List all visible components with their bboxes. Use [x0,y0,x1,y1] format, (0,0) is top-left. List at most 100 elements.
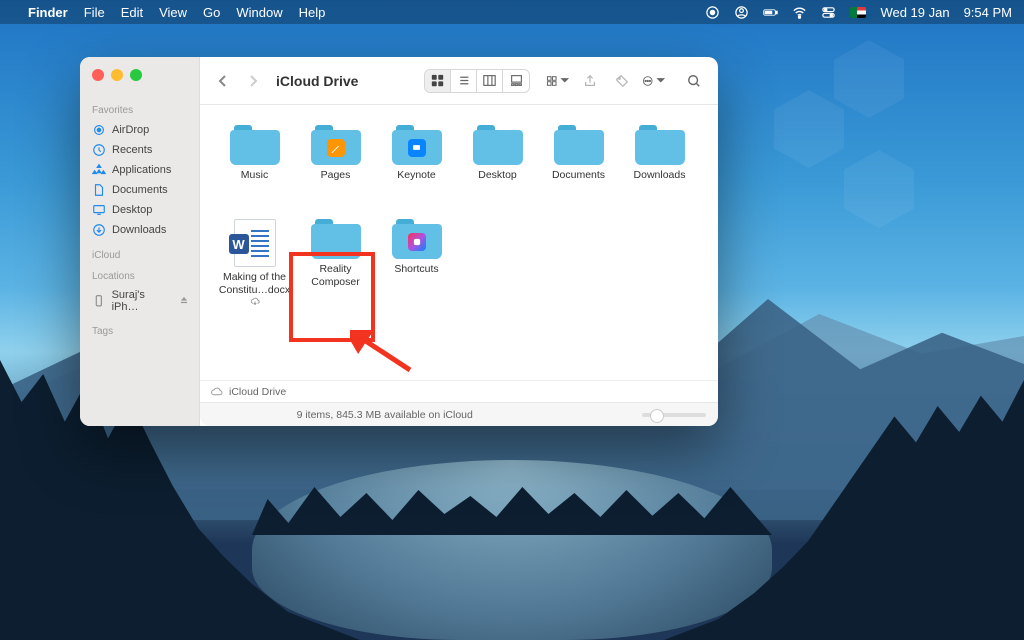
view-switcher [424,69,530,93]
gallery-view-button[interactable] [503,70,529,92]
user-switch-icon[interactable] [734,5,749,20]
menu-file[interactable]: File [84,5,105,20]
sidebar-item-label: Applications [112,164,171,176]
word-doc-icon: W [234,219,276,267]
menu-go[interactable]: Go [203,5,220,20]
window-title: iCloud Drive [276,73,358,89]
window-controls [88,65,199,95]
finder-content[interactable]: Music Pages Keynote Desktop Documents Do… [200,105,718,380]
close-button[interactable] [92,69,104,81]
folder-icon [311,125,361,165]
minimize-button[interactable] [111,69,123,81]
doc-icon [92,183,106,197]
item-label: Keynote [397,169,436,182]
file-docx[interactable]: W Making of the Constitu…docx [214,219,295,315]
menu-window[interactable]: Window [236,5,282,20]
folder-music[interactable]: Music [214,125,295,213]
folder-icon [635,125,685,165]
input-source-flag-icon[interactable] [850,7,866,18]
folder-keynote[interactable]: Keynote [376,125,457,213]
item-label: Reality Composer [296,263,376,289]
control-center-icon[interactable] [821,5,836,20]
desktop-icon [92,203,106,217]
sidebar-item-airdrop[interactable]: AirDrop [88,120,199,140]
annotation-arrow-icon [350,330,425,375]
shortcuts-badge-icon [408,233,426,251]
icon-view-button[interactable] [425,70,451,92]
folder-icon [230,125,280,165]
screen-record-icon[interactable] [705,5,720,20]
battery-icon[interactable] [763,5,778,20]
icon-size-slider[interactable] [642,413,706,417]
airdrop-icon [92,123,106,137]
search-button[interactable] [682,70,706,92]
sidebar-header-locations: Locations [92,271,199,282]
finder-toolbar: iCloud Drive [200,57,718,105]
iphone-icon [92,294,106,308]
item-label: Pages [321,169,351,182]
share-button[interactable] [578,70,602,92]
folder-icon [392,125,442,165]
cloud-download-icon [250,297,260,307]
pages-badge-icon [327,139,345,157]
status-text: 9 items, 845.3 MB available on iCloud [297,409,473,421]
item-label: Downloads [634,169,686,182]
sidebar-item-label: Downloads [112,224,166,236]
clock-icon [92,143,106,157]
group-by-button[interactable] [546,70,570,92]
sidebar-item-label: Suraj's iPh… [112,289,173,313]
zoom-button[interactable] [130,69,142,81]
column-view-button[interactable] [477,70,503,92]
folder-icon [392,219,442,259]
folder-documents[interactable]: Documents [538,125,619,213]
sidebar-header-favorites: Favorites [92,105,199,116]
sidebar-item-documents[interactable]: Documents [88,180,199,200]
sidebar-header-tags: Tags [92,326,199,337]
sidebar-header-icloud: iCloud [92,250,199,261]
downloads-icon [92,223,106,237]
app-name[interactable]: Finder [28,5,68,20]
back-button[interactable] [212,70,234,92]
menubar-time[interactable]: 9:54 PM [964,5,1012,20]
item-label: Desktop [478,169,517,182]
sidebar-item-downloads[interactable]: Downloads [88,220,199,240]
folder-desktop[interactable]: Desktop [457,125,538,213]
status-bar: 9 items, 845.3 MB available on iCloud [200,402,718,426]
menu-help[interactable]: Help [299,5,326,20]
list-view-button[interactable] [451,70,477,92]
folder-icon [473,125,523,165]
menu-view[interactable]: View [159,5,187,20]
wifi-icon[interactable] [792,5,807,20]
folder-icon [311,219,361,259]
menubar: Finder File Edit View Go Window Help Wed… [0,0,1024,24]
folder-shortcuts[interactable]: Shortcuts [376,219,457,315]
sidebar-item-label: Recents [112,144,152,156]
sidebar-item-iphone[interactable]: Suraj's iPh… [88,286,199,316]
sidebar-item-recents[interactable]: Recents [88,140,199,160]
eject-icon[interactable] [179,295,189,308]
apps-icon [92,163,106,177]
folder-reality-composer[interactable]: Reality Composer [295,219,376,315]
keynote-badge-icon [408,139,426,157]
sidebar-item-label: Desktop [112,204,152,216]
folder-icon [554,125,604,165]
sidebar-item-label: AirDrop [112,124,149,136]
finder-main: iCloud Drive Music Pages Keynote Desktop… [200,57,718,426]
item-label: Making of the Constitu…docx [215,271,295,310]
folder-downloads[interactable]: Downloads [619,125,700,213]
menu-edit[interactable]: Edit [121,5,143,20]
forward-button[interactable] [242,70,264,92]
cloud-icon [210,385,223,398]
folder-pages[interactable]: Pages [295,125,376,213]
item-label: Shortcuts [394,263,438,276]
finder-sidebar: Favorites AirDrop Recents Applications D… [80,57,200,426]
action-button[interactable] [642,70,666,92]
item-label: Documents [552,169,605,182]
path-bar[interactable]: iCloud Drive [200,380,718,402]
menubar-date[interactable]: Wed 19 Jan [880,5,949,20]
item-label: Music [241,169,268,182]
tags-button[interactable] [610,70,634,92]
sidebar-item-desktop[interactable]: Desktop [88,200,199,220]
sidebar-item-applications[interactable]: Applications [88,160,199,180]
sidebar-item-label: Documents [112,184,168,196]
